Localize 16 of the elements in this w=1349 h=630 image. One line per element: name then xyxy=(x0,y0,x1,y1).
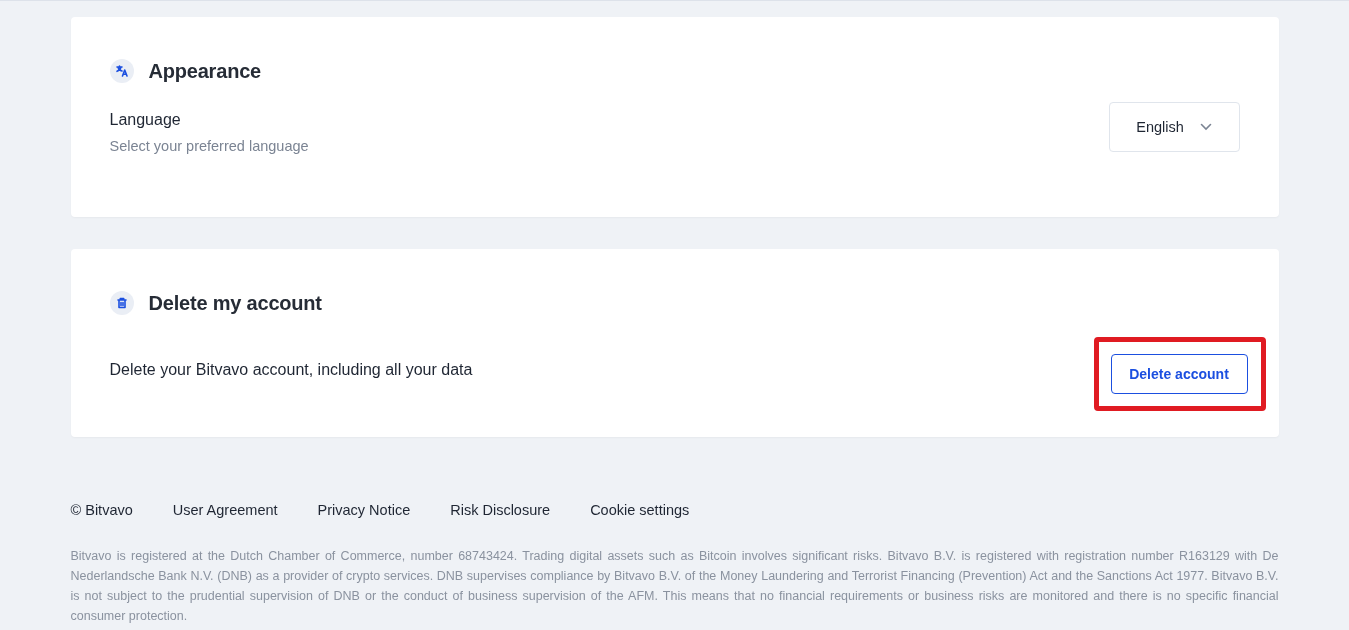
section-title: Delete my account xyxy=(148,291,322,315)
language-dropdown[interactable]: English xyxy=(1108,101,1240,152)
footer-link[interactable]: User Agreement xyxy=(172,502,278,518)
translate-icon xyxy=(109,59,134,83)
disclaimer-text: Bitvavo is registered at the Dutch Chamber of Commerce, number 68743424. Trading digital assets such as Bitcoin involves significant risks. Bitvavo B.V. is registered with registration number R163129 with De Nederlandsche Bank N.V. (DNB) as a provider of crypto services. DNB supervises compliance by Bitvavo B.V. of the Money Laundering and Terrorist Financing (Prevention) Act and the Sanctions Act 1977. Bitvavo B.V. is not subject to the prudential supervision of DNB or the conduct of business supervision of the AFM. This means that no financial requirements or business risks are monitored and there is no specific financial consumer protection. xyxy=(70,548,1279,625)
setting-label: Language xyxy=(109,111,182,129)
section-title: Appearance xyxy=(148,59,261,83)
chevron-down-icon xyxy=(1199,122,1212,131)
setting-description: Delete your Bitvavo account, including all your data xyxy=(109,361,473,379)
setting-description: Select your preferred language xyxy=(109,138,309,154)
delete-account-button[interactable]: Delete account xyxy=(1110,354,1248,394)
copyright-text: © Bitvavo xyxy=(70,502,133,518)
footer-link[interactable]: Risk Disclosure xyxy=(450,502,551,518)
footer-link[interactable]: Cookie settings xyxy=(590,502,690,518)
trash-icon xyxy=(109,291,134,315)
footer-link[interactable]: Privacy Notice xyxy=(317,502,411,518)
